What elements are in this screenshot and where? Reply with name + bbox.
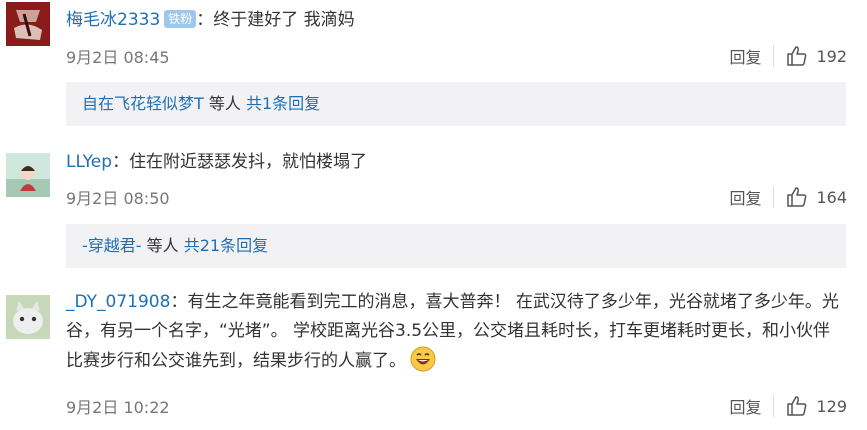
comment-username[interactable]: LLYep — [66, 152, 112, 172]
reply-button[interactable]: 回复 — [729, 185, 761, 209]
reply-count[interactable]: 共21条回复 — [184, 236, 268, 255]
comment-username[interactable]: 梅毛冰2333 — [66, 10, 160, 30]
action-divider — [773, 45, 775, 67]
laughing-emoji-icon — [410, 346, 436, 382]
reply-user[interactable]: -穿越君- — [82, 236, 142, 255]
avatar[interactable] — [6, 295, 50, 339]
avatar[interactable] — [6, 153, 50, 197]
reply-summary[interactable]: -穿越君- 等人 共21条回复 — [66, 224, 846, 268]
comment-body: LLYep：住在附近瑟瑟发抖，就怕楼塌了 — [66, 148, 847, 177]
comment-body: 梅毛冰2333 铁粉 ：终于建好了 我滴妈 — [66, 6, 847, 35]
thumbs-up-icon — [787, 396, 807, 416]
comment-actions: 回复 164 — [729, 185, 847, 209]
reply-mid: 等人 — [203, 94, 246, 113]
comment-text: 住在附近瑟瑟发抖，就怕楼塌了 — [129, 152, 368, 172]
comment-body: _DY_071908：有生之年竟能看到完工的消息，喜大普奔！ 在武汉待了多少年，… — [66, 288, 847, 382]
like-count: 192 — [816, 46, 847, 66]
comment-item: LLYep：住在附近瑟瑟发抖，就怕楼塌了 9月2日 08:50 回复 164 -… — [0, 140, 867, 280]
comment-actions: 回复 129 — [729, 394, 847, 418]
comment-item: _DY_071908：有生之年竟能看到完工的消息，喜大普奔！ 在武汉待了多少年，… — [0, 280, 867, 430]
avatar[interactable] — [6, 2, 50, 46]
comment-text: 终于建好了 我滴妈 — [213, 10, 355, 30]
comment-time: 9月2日 10:22 — [66, 398, 170, 417]
comment-item: 梅毛冰2333 铁粉 ：终于建好了 我滴妈 9月2日 08:45 回复 192 自在… — [0, 0, 867, 140]
like-button[interactable]: 129 — [786, 395, 847, 417]
like-count: 164 — [816, 187, 847, 207]
reply-button[interactable]: 回复 — [729, 394, 761, 418]
fan-badge[interactable]: 铁粉 — [164, 10, 197, 28]
like-count: 129 — [816, 396, 847, 416]
reply-mid: 等人 — [141, 236, 184, 255]
avatar-image — [6, 153, 50, 197]
avatar-image — [6, 2, 50, 46]
reply-summary[interactable]: 自在飞花轻似梦T 等人 共1条回复 — [66, 82, 846, 126]
reply-button[interactable]: 回复 — [729, 44, 761, 68]
thumbs-up-icon — [787, 46, 807, 66]
like-button[interactable]: 192 — [786, 45, 847, 67]
thumbs-up-icon — [787, 187, 807, 207]
like-button[interactable]: 164 — [786, 186, 847, 208]
comment-actions: 回复 192 — [729, 44, 847, 68]
comment-time: 9月2日 08:45 — [66, 48, 170, 67]
action-divider — [773, 186, 775, 208]
comment-username[interactable]: _DY_071908 — [66, 292, 170, 312]
comment-separator: ： — [112, 152, 130, 172]
comment-time: 9月2日 08:50 — [66, 189, 170, 208]
comment-separator: ： — [196, 10, 214, 30]
action-divider — [773, 395, 775, 417]
reply-user[interactable]: 自在飞花轻似梦T — [82, 94, 204, 113]
comment-separator: ： — [170, 292, 188, 312]
reply-count[interactable]: 共1条回复 — [246, 94, 320, 113]
avatar-image — [6, 295, 50, 339]
